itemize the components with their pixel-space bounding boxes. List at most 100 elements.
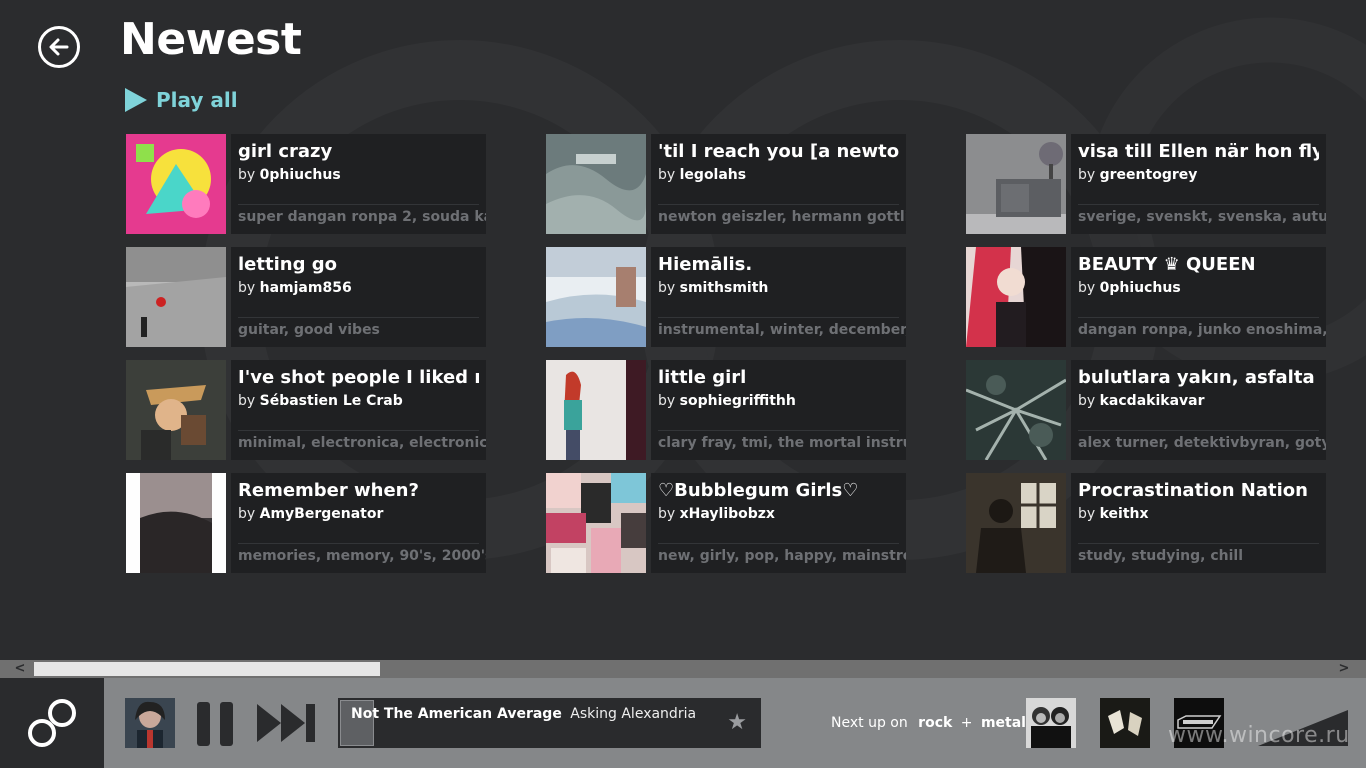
- playlist-author-line: by 0phiuchus: [238, 166, 479, 184]
- horizontal-scrollbar[interactable]: < >: [0, 660, 1366, 678]
- scroll-thumb[interactable]: [34, 662, 380, 676]
- next-up-plus: +: [960, 715, 973, 731]
- playlist-author-line: by smithsmith: [658, 279, 899, 297]
- playlist-author[interactable]: xHaylibobzx: [680, 506, 775, 522]
- bedsheets-photo-thumbnail: [546, 134, 646, 234]
- playlist-cover-image[interactable]: [126, 360, 226, 460]
- playlist-tile[interactable]: visa till Ellen när hon flyttat by green…: [966, 134, 1326, 234]
- playlist-author[interactable]: Sébastien Le Crab: [260, 393, 403, 409]
- now-playing-album-art[interactable]: [125, 698, 175, 748]
- back-button[interactable]: [38, 26, 80, 68]
- collage-thumbnail: [546, 473, 646, 573]
- playlist-tile[interactable]: Hiemālis. by smithsmith instrumental, wi…: [546, 247, 906, 347]
- playlist-author-line: by greentogrey: [1078, 166, 1319, 184]
- playlist-title: Hiemālis.: [658, 254, 753, 275]
- app-logo[interactable]: [0, 678, 104, 768]
- playlist-info[interactable]: letting go by hamjam856 guitar, good vib…: [231, 247, 486, 347]
- next-up-playlist-1[interactable]: [1026, 698, 1076, 748]
- playlist-cover-image[interactable]: [126, 134, 226, 234]
- playlist-author[interactable]: AmyBergenator: [260, 506, 384, 522]
- playlist-author[interactable]: smithsmith: [680, 280, 769, 296]
- playlist-cover-image[interactable]: [966, 360, 1066, 460]
- playlist-author-line: by legolahs: [658, 166, 899, 184]
- arrow-left-icon: [49, 38, 69, 56]
- playlist-author[interactable]: sophiegriffithh: [680, 393, 796, 409]
- playlist-info[interactable]: girl crazy by 0phiuchus super dangan ron…: [231, 134, 486, 234]
- playlist-tile[interactable]: letting go by hamjam856 guitar, good vib…: [126, 247, 486, 347]
- by-label: by: [238, 280, 256, 296]
- tile-divider: [1078, 317, 1319, 318]
- playlist-author[interactable]: kacdakikavar: [1100, 393, 1205, 409]
- playlist-title: bulutlara yakın, asfalta uzak: [1078, 367, 1319, 388]
- playlist-cover-image[interactable]: [546, 134, 646, 234]
- playlist-tile[interactable]: 'til I reach you [a newton geiszler mix]…: [546, 134, 906, 234]
- scroll-left-arrow[interactable]: <: [10, 660, 30, 678]
- playlist-title: letting go: [238, 254, 337, 275]
- playlist-title: little girl: [658, 367, 747, 388]
- playlist-author[interactable]: 0phiuchus: [260, 167, 341, 183]
- playlist-cover-image[interactable]: [546, 473, 646, 573]
- by-label: by: [238, 506, 256, 522]
- tile-divider: [1078, 543, 1319, 544]
- playlist-tile[interactable]: BEAUTY ♛ QUEEN by 0phiuchus dangan ronpa…: [966, 247, 1326, 347]
- playlist-tile[interactable]: bulutlara yakın, asfalta uzak by kacdaki…: [966, 360, 1326, 460]
- playlist-cover-image[interactable]: [966, 247, 1066, 347]
- playlist-cover-image[interactable]: [126, 247, 226, 347]
- car-window-thumbnail: [126, 473, 226, 573]
- playlist-tags: instrumental, winter, december, ambient: [658, 322, 906, 338]
- playlist-cover-image[interactable]: [966, 473, 1066, 573]
- next-up-tag-rock[interactable]: rock: [918, 715, 952, 731]
- now-playing-track[interactable]: Not The American Average Asking Alexandr…: [338, 698, 761, 748]
- next-up-tag-metal[interactable]: metal: [981, 715, 1026, 731]
- playlist-info[interactable]: BEAUTY ♛ QUEEN by 0phiuchus dangan ronpa…: [1071, 247, 1326, 347]
- playlist-author-line: by kacdakikavar: [1078, 392, 1319, 410]
- playlist-author-line: by Sébastien Le Crab: [238, 392, 479, 410]
- play-all-button[interactable]: Play all: [124, 86, 238, 114]
- playlist-info[interactable]: visa till Ellen när hon flyttat by green…: [1071, 134, 1326, 234]
- playlist-author[interactable]: keithx: [1100, 506, 1149, 522]
- pause-button[interactable]: [196, 702, 234, 746]
- playlist-author[interactable]: 0phiuchus: [1100, 280, 1181, 296]
- play-all-label: Play all: [156, 88, 238, 112]
- track-artist: Asking Alexandria: [570, 706, 697, 722]
- playlist-info[interactable]: ♡Bubblegum Girls♡ by xHaylibobzx new, gi…: [651, 473, 906, 573]
- scroll-right-arrow[interactable]: >: [1334, 660, 1354, 678]
- next-up-label: Next up on rock + metal: [831, 715, 1026, 731]
- favorite-star-icon[interactable]: ★: [727, 711, 747, 735]
- playlist-tile[interactable]: I've shot people I liked more by Sébasti…: [126, 360, 486, 460]
- playlist-author[interactable]: legolahs: [680, 167, 746, 183]
- playlist-tile[interactable]: girl crazy by 0phiuchus super dangan ron…: [126, 134, 486, 234]
- playlist-author-line: by hamjam856: [238, 279, 479, 297]
- playlist-title: Remember when?: [238, 480, 419, 501]
- playlist-info[interactable]: Remember when? by AmyBergenator memories…: [231, 473, 486, 573]
- next-track-button[interactable]: [257, 704, 317, 742]
- next-up-playlist-2[interactable]: [1100, 698, 1150, 748]
- playlist-title: ♡Bubblegum Girls♡: [658, 480, 859, 501]
- playlist-author-line: by xHaylibobzx: [658, 505, 899, 523]
- playlist-tile[interactable]: Procrastination Nation by keithx study, …: [966, 473, 1326, 573]
- playlist-info[interactable]: Hiemālis. by smithsmith instrumental, wi…: [651, 247, 906, 347]
- playlist-tile[interactable]: ♡Bubblegum Girls♡ by xHaylibobzx new, gi…: [546, 473, 906, 573]
- playlist-info[interactable]: Procrastination Nation by keithx study, …: [1071, 473, 1326, 573]
- by-label: by: [658, 506, 676, 522]
- playlist-info[interactable]: 'til I reach you [a newton geiszler mix]…: [651, 134, 906, 234]
- playlist-cover-image[interactable]: [546, 247, 646, 347]
- playlist-tile[interactable]: Remember when? by AmyBergenator memories…: [126, 473, 486, 573]
- playlist-author[interactable]: hamjam856: [260, 280, 352, 296]
- playlist-info[interactable]: bulutlara yakın, asfalta uzak by kacdaki…: [1071, 360, 1326, 460]
- track-text: Not The American Average Asking Alexandr…: [351, 706, 696, 722]
- playlist-author-line: by AmyBergenator: [238, 505, 479, 523]
- playlist-tile[interactable]: little girl by sophiegriffithh clary fra…: [546, 360, 906, 460]
- playlist-cover-image[interactable]: [966, 134, 1066, 234]
- by-label: by: [1078, 167, 1096, 183]
- playlist-cover-image[interactable]: [546, 360, 646, 460]
- playlist-cover-image[interactable]: [126, 473, 226, 573]
- playlist-info[interactable]: I've shot people I liked more by Sébasti…: [231, 360, 486, 460]
- playlist-author[interactable]: greentogrey: [1100, 167, 1198, 183]
- playlist-info[interactable]: little girl by sophiegriffithh clary fra…: [651, 360, 906, 460]
- balloon-girl-thumbnail: [126, 247, 226, 347]
- tile-divider: [238, 204, 479, 205]
- dresser-photo-thumbnail: [966, 134, 1066, 234]
- playlist-tags: super dangan ronpa 2, souda kazuichi: [238, 209, 486, 225]
- anime-art-thumbnail: [126, 134, 226, 234]
